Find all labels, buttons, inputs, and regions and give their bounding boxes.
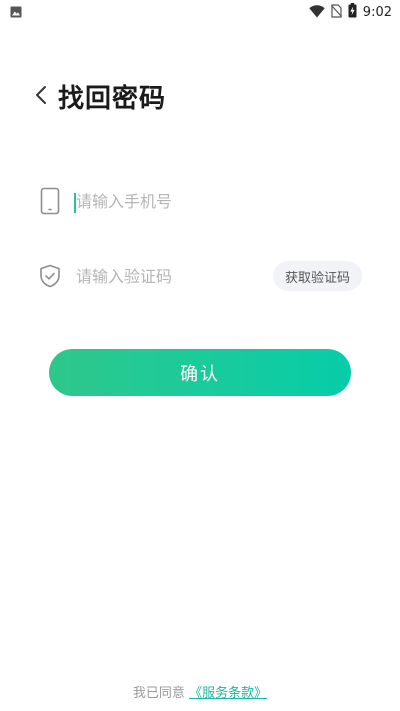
status-left	[10, 3, 22, 22]
get-code-button[interactable]: 获取验证码	[272, 261, 362, 291]
status-bar: 9:02	[0, 0, 400, 24]
phone-icon	[38, 186, 62, 216]
header: 找回密码	[30, 78, 166, 115]
shield-check-icon	[38, 261, 62, 291]
agreement-prefix: 我已同意	[132, 686, 185, 701]
find-password-screen: 9:02 找回密码 请输入手机号 请输入验证码 获取验证码 确认 我已同意 《服…	[0, 0, 400, 711]
wifi-icon	[309, 3, 325, 22]
no-sim-icon	[330, 3, 342, 22]
agreement: 我已同意 《服务条款》	[0, 682, 400, 701]
text-caret	[74, 193, 76, 213]
image-notification-icon	[10, 3, 22, 22]
code-input-wrap	[76, 261, 273, 291]
back-button[interactable]	[30, 79, 52, 115]
chevron-left-icon	[35, 85, 47, 109]
code-input[interactable]	[76, 266, 273, 286]
page-title: 找回密码	[58, 84, 167, 114]
phone-input[interactable]	[76, 191, 362, 211]
confirm-button[interactable]: 确认	[49, 349, 351, 396]
code-row: 获取验证码	[38, 256, 362, 296]
terms-of-service-link[interactable]: 《服务条款》	[189, 686, 267, 701]
phone-input-wrap	[74, 186, 362, 216]
battery-charging-icon	[348, 2, 357, 22]
status-time: 9:02	[362, 4, 392, 20]
status-right: 9:02	[309, 2, 392, 22]
phone-row	[38, 181, 362, 221]
